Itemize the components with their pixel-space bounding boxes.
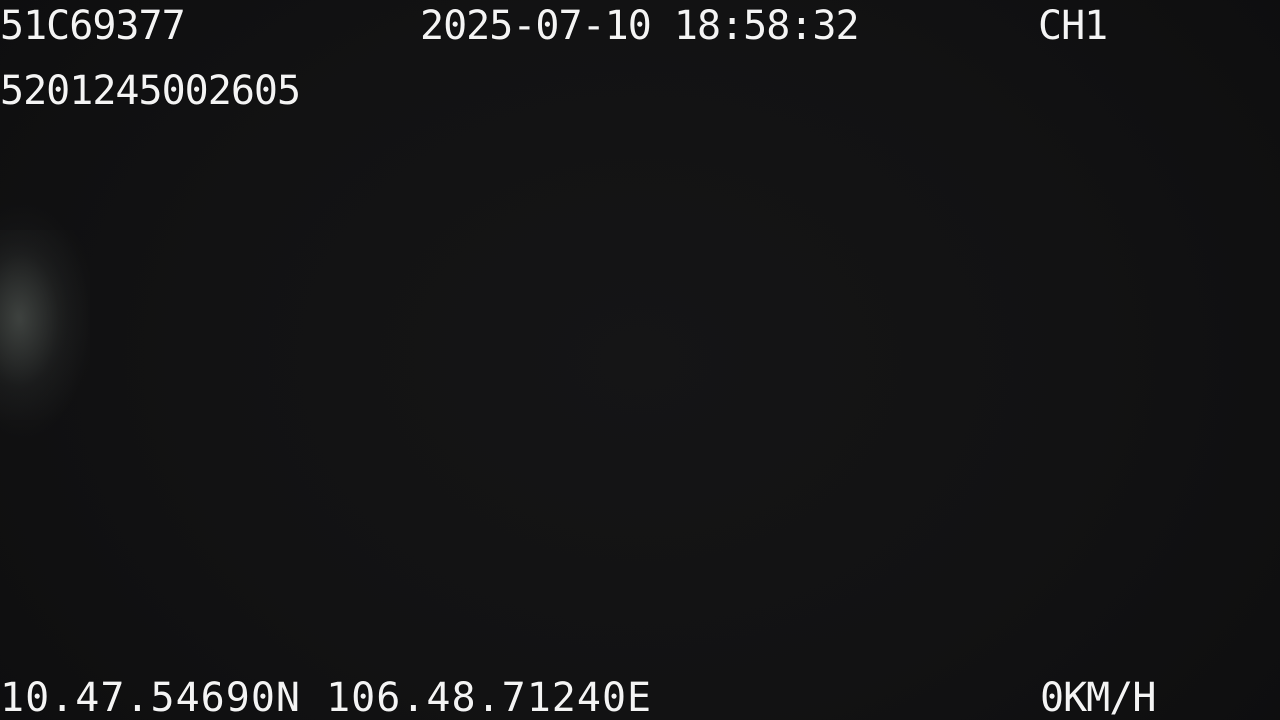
camera-feed: 51C69377 2025-07-10 18:58:32 CH1 5201245…	[0, 0, 1280, 720]
light-reflection	[0, 230, 90, 420]
vehicle-plate-label: 51C69377	[0, 3, 186, 49]
channel-label: CH1	[1038, 3, 1108, 49]
speed-label: 0KM/H	[1040, 675, 1156, 720]
timestamp-label: 2025-07-10 18:58:32	[420, 3, 860, 49]
gps-coordinates-label: 10.47.54690N 106.48.71240E	[0, 675, 653, 720]
device-id-label: 5201245002605	[0, 68, 301, 114]
